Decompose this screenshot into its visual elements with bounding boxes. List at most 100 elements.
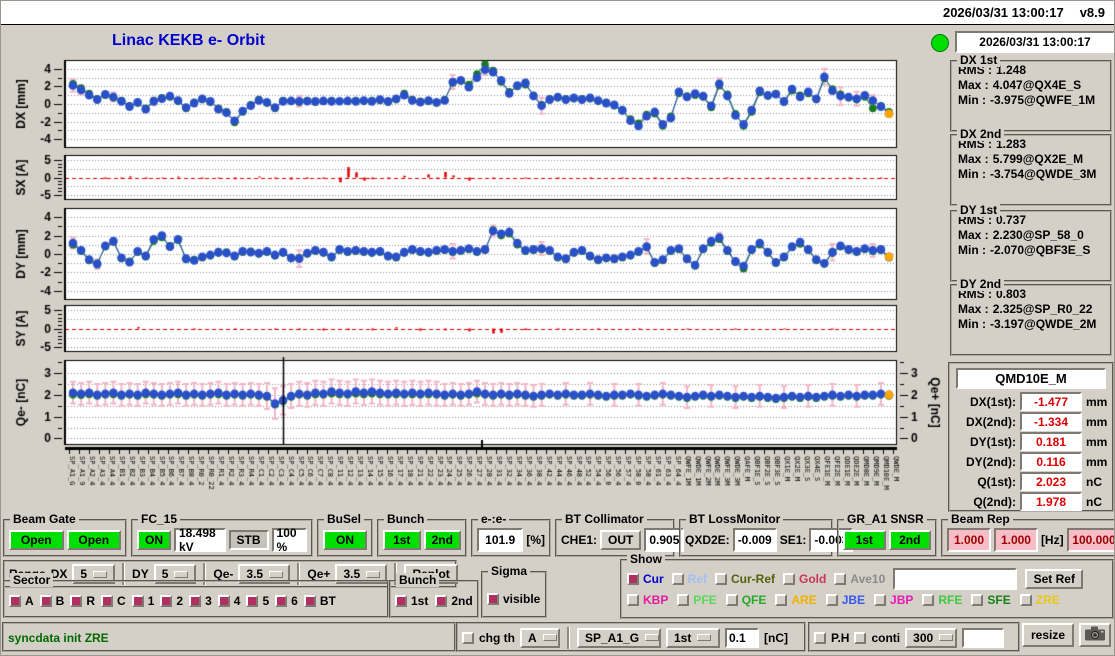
- sector-a-checkbox[interactable]: [9, 595, 21, 607]
- sector-bt-checkbox[interactable]: [303, 595, 316, 607]
- beam-gate-open-button-2[interactable]: Open: [66, 529, 121, 550]
- sector-3-checkbox[interactable]: [189, 595, 202, 607]
- qmd-unit: mm: [1086, 414, 1108, 429]
- stat-max: Max :4.047@QX4E_S: [958, 78, 1082, 92]
- bunch-1st-label: 1st: [411, 594, 429, 608]
- ph-label: P.H: [831, 630, 850, 645]
- show-are-checkbox[interactable]: [775, 594, 788, 606]
- sector-b-checkbox[interactable]: [39, 595, 52, 607]
- show-entry-input[interactable]: [893, 568, 1018, 590]
- fc15-on-button[interactable]: ON: [137, 529, 171, 550]
- sector-4-checkbox[interactable]: [217, 595, 230, 607]
- stat-box-title: DY 2nd: [957, 277, 1005, 291]
- sector-r-label: R: [86, 594, 96, 608]
- sector-r-item: R: [70, 594, 95, 608]
- stat-box-title: DX 1st: [957, 53, 1001, 67]
- group-label: BuSel: [324, 512, 365, 526]
- option-menu-dash: [269, 570, 284, 578]
- sector-5-checkbox[interactable]: [246, 595, 259, 607]
- sector-1-checkbox[interactable]: [131, 595, 144, 607]
- sector-2-checkbox[interactable]: [160, 595, 173, 607]
- beam-rep-field-1: 1.000: [947, 527, 991, 552]
- gr-1st-button[interactable]: 1st: [843, 529, 886, 550]
- bunch-order-select[interactable]: 1st: [666, 627, 720, 648]
- qmd-row: DX(2nd): -1.334 mm: [950, 411, 1112, 431]
- qmd-row: Q(2nd): 1.978 nC: [950, 491, 1112, 511]
- sp-select[interactable]: SP_A1_G: [577, 627, 661, 648]
- show-rfe-checkbox[interactable]: [922, 594, 935, 606]
- qmd-value-field: 2.023: [1020, 472, 1082, 491]
- sector-bt-item: BT: [303, 594, 336, 608]
- ph-checkbox[interactable]: [814, 631, 826, 644]
- show-zre-label: ZRE: [1035, 593, 1060, 607]
- show-rfe-item: RFE: [922, 593, 962, 607]
- show-ref-checkbox[interactable]: [671, 573, 684, 585]
- sector-1-item: 1: [131, 594, 154, 608]
- option-menu-dash: [366, 570, 381, 578]
- sector-r-checkbox[interactable]: [70, 595, 83, 607]
- show-gold-checkbox[interactable]: [783, 573, 796, 585]
- qxd2e-label: QXD2E:: [685, 532, 730, 547]
- show-ave10-item: Ave10: [834, 572, 885, 586]
- bunch-1st-checkbox[interactable]: [395, 595, 407, 607]
- sector-c-item: C: [101, 594, 126, 608]
- sector-6-checkbox[interactable]: [275, 595, 288, 607]
- hz-unit-label: [Hz]: [1040, 532, 1064, 547]
- bunch-2nd-button[interactable]: 2nd: [423, 529, 461, 550]
- group-beam-rep: Beam Rep 1.000 1.000 [Hz] 100.000 [%]: [941, 512, 1115, 557]
- show-jbp-checkbox[interactable]: [874, 594, 887, 606]
- option-menu-dash: [174, 570, 189, 578]
- titlebar-version: v8.9: [1079, 4, 1105, 20]
- show-jbp-label: JBP: [890, 593, 914, 607]
- aux-input[interactable]: [962, 627, 1005, 648]
- stat-box-dx-1st: DX 1st RMS :1.248 Max :4.047@QX4E_S Min …: [950, 53, 1112, 132]
- separator: [567, 626, 570, 649]
- camera-icon: [1085, 626, 1105, 644]
- bunch-1st-button[interactable]: 1st: [383, 529, 421, 550]
- show-jbe-checkbox[interactable]: [825, 594, 838, 606]
- bunch-2nd-checkbox[interactable]: [435, 595, 448, 607]
- stat-box-dy-1st: DY 1st RMS :0.737 Max :2.230@SP_58_0 Min…: [950, 203, 1112, 282]
- range-dy-label: DY: [132, 567, 149, 581]
- threshold-input[interactable]: [725, 627, 759, 648]
- orbit-plots-canvas[interactable]: [0, 55, 945, 517]
- show-cur-checkbox[interactable]: [627, 573, 639, 585]
- show-ref-label: Ref: [687, 572, 708, 586]
- stat-max: Max :2.230@SP_58_0: [958, 228, 1084, 242]
- show-qfe-checkbox[interactable]: [725, 594, 738, 606]
- show-cur-ref-checkbox[interactable]: [715, 573, 728, 585]
- group-label: BT LossMonitor: [686, 512, 784, 526]
- group-beam-gate: Beam Gate Open Open: [3, 512, 127, 557]
- qmd-value-field: -1.477: [1020, 392, 1082, 411]
- show-zre-checkbox[interactable]: [1019, 594, 1032, 606]
- sector-c-checkbox[interactable]: [101, 595, 114, 607]
- qxd2e-field: -0.009: [732, 527, 777, 552]
- beam-rep-percent-field: 100.000: [1066, 527, 1115, 552]
- a-select[interactable]: A: [520, 627, 560, 648]
- interval-select[interactable]: 300: [905, 627, 958, 648]
- show-kbp-checkbox[interactable]: [627, 594, 639, 606]
- show-ave10-checkbox[interactable]: [834, 573, 847, 585]
- sector-a-label: A: [25, 594, 34, 608]
- chg-th-checkbox[interactable]: [462, 631, 474, 644]
- show-kbp-label: KBP: [643, 593, 669, 607]
- qmd-row: DX(1st): -1.477 mm: [950, 391, 1112, 411]
- conti-checkbox[interactable]: [854, 631, 867, 644]
- page-title: Linac KEKB e- Orbit: [112, 32, 265, 49]
- set-ref-button[interactable]: Set Ref: [1025, 569, 1084, 589]
- sigma-visible-checkbox[interactable]: [487, 592, 499, 605]
- sector-5-item: 5: [246, 594, 269, 608]
- che1-out-button[interactable]: OUT: [600, 529, 642, 550]
- show-sfe-checkbox[interactable]: [971, 594, 984, 606]
- beam-gate-open-button-1[interactable]: Open: [9, 529, 64, 550]
- status-time-field: 2026/03/31 13:00:17: [955, 31, 1115, 53]
- fc15-stb-button[interactable]: STB: [228, 529, 269, 550]
- resize-button[interactable]: resize: [1022, 623, 1074, 647]
- beam-rep-field-2: 1.000: [993, 527, 1038, 552]
- option-menu-dash: [939, 634, 954, 641]
- busel-on-button[interactable]: ON: [323, 529, 367, 550]
- show-pfe-checkbox[interactable]: [677, 594, 690, 606]
- gr-2nd-button[interactable]: 2nd: [888, 529, 931, 550]
- option-menu-dash: [542, 634, 557, 641]
- camera-button[interactable]: [1079, 623, 1111, 647]
